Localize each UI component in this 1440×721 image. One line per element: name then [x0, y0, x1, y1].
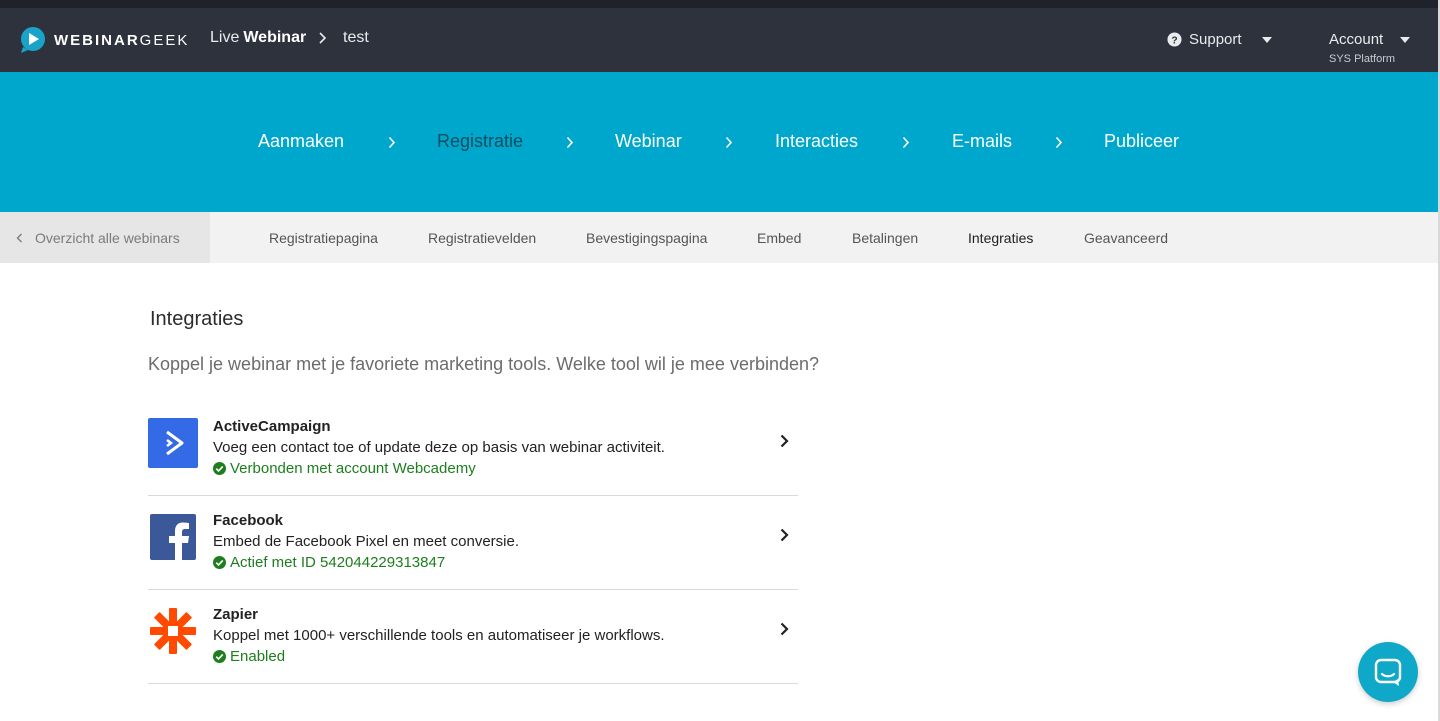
step-interacties[interactable]: Interacties: [775, 131, 858, 152]
chevron-right-icon: [566, 136, 574, 149]
support-menu[interactable]: ? Support: [1167, 31, 1272, 48]
integration-status-text: Enabled: [230, 648, 286, 665]
tab-bevestigingspagina[interactable]: Bevestigingspagina: [586, 230, 707, 246]
check-circle-icon: [213, 556, 226, 569]
webinargeek-logo[interactable]: WEBINARGEEK: [18, 25, 189, 55]
step-registratie[interactable]: Registratie: [437, 131, 523, 152]
integration-name: Zapier: [213, 606, 259, 623]
chevron-right-icon: [1055, 136, 1063, 149]
chat-icon: [1374, 658, 1402, 686]
check-circle-icon: [213, 650, 226, 663]
back-to-overview-button[interactable]: Overzicht alle webinars: [0, 212, 210, 263]
chevron-right-icon: [388, 136, 396, 149]
caret-down-icon: [1400, 36, 1411, 43]
account-subtitle: SYS Platform: [1329, 53, 1396, 65]
chat-launcher-button[interactable]: [1358, 642, 1418, 702]
breadcrumb-current: test: [343, 29, 369, 46]
zapier-logo-icon: [150, 608, 196, 654]
check-circle-icon: [213, 462, 226, 475]
integration-name: ActiveCampaign: [213, 418, 331, 435]
breadcrumb-prefix: Live: [210, 29, 240, 46]
activecampaign-logo-icon: [148, 418, 198, 468]
tab-embed[interactable]: Embed: [757, 230, 801, 246]
logo-text: WEBINARGEEK: [54, 31, 190, 49]
back-label: Overzicht alle webinars: [35, 229, 180, 246]
breadcrumb-section: Webinar: [243, 29, 307, 46]
chevron-left-icon: [16, 233, 22, 242]
tab-betalingen[interactable]: Betalingen: [852, 230, 918, 246]
webinargeek-logo-icon: [21, 27, 45, 53]
integration-status: Enabled: [213, 648, 285, 665]
step-e-mails[interactable]: E-mails: [952, 131, 1012, 152]
caret-down-icon: [1261, 36, 1272, 43]
integration-row-activecampaign[interactable]: ActiveCampaign Voeg een contact toe of u…: [148, 402, 798, 496]
page-title: Integraties: [150, 308, 244, 330]
integration-description: Embed de Facebook Pixel en meet conversi…: [213, 533, 519, 550]
tab-geavanceerd[interactable]: Geavanceerd: [1084, 230, 1168, 246]
integration-row-facebook[interactable]: Facebook Embed de Facebook Pixel en meet…: [148, 496, 798, 590]
chevron-right-icon: [902, 136, 910, 149]
account-menu[interactable]: Account SYS Platform: [1329, 31, 1411, 65]
svg-text:?: ?: [1171, 35, 1177, 46]
step-publiceer[interactable]: Publiceer: [1104, 131, 1179, 152]
tab-registratievelden[interactable]: Registratievelden: [428, 230, 536, 246]
wizard-steps: Aanmaken Registratie Webinar Interacties…: [0, 72, 1438, 212]
app-header: WEBINARGEEK Live Webinar test ? Support …: [0, 8, 1440, 72]
integration-description: Koppel met 1000+ verschillende tools en …: [213, 627, 665, 644]
integration-status: Actief met ID 542044229313847: [213, 554, 445, 571]
tab-registratiepagina[interactable]: Registratiepagina: [269, 230, 378, 246]
question-circle-icon: ?: [1167, 32, 1182, 47]
integration-row-zapier[interactable]: Zapier Koppel met 1000+ verschillende to…: [148, 590, 798, 684]
chevron-right-icon[interactable]: [780, 434, 789, 448]
breadcrumb-live-webinar[interactable]: Live Webinar: [210, 29, 306, 47]
chevron-right-icon[interactable]: [780, 622, 789, 636]
integration-status-text: Actief met ID 542044229313847: [230, 554, 446, 571]
sub-navigation: Overzicht alle webinars Registratiepagin…: [0, 212, 1438, 263]
integration-status-text: Verbonden met account Webcademy: [230, 460, 476, 477]
tab-integraties[interactable]: Integraties: [968, 230, 1033, 246]
step-webinar[interactable]: Webinar: [615, 131, 682, 152]
chevron-right-icon: [319, 32, 327, 44]
chevron-right-icon: [725, 136, 733, 149]
integration-name: Facebook: [213, 512, 284, 529]
facebook-logo-icon: [150, 514, 196, 560]
step-aanmaken[interactable]: Aanmaken: [258, 131, 344, 152]
integration-status: Verbonden met account Webcademy: [213, 460, 476, 477]
account-label: Account: [1329, 31, 1384, 48]
support-label: Support: [1189, 31, 1242, 48]
page-subtitle: Koppel je webinar met je favoriete marke…: [148, 354, 820, 374]
chevron-right-icon[interactable]: [780, 528, 789, 542]
integration-description: Voeg een contact toe of update deze op b…: [213, 439, 665, 456]
window-top-strip: [0, 0, 1440, 8]
